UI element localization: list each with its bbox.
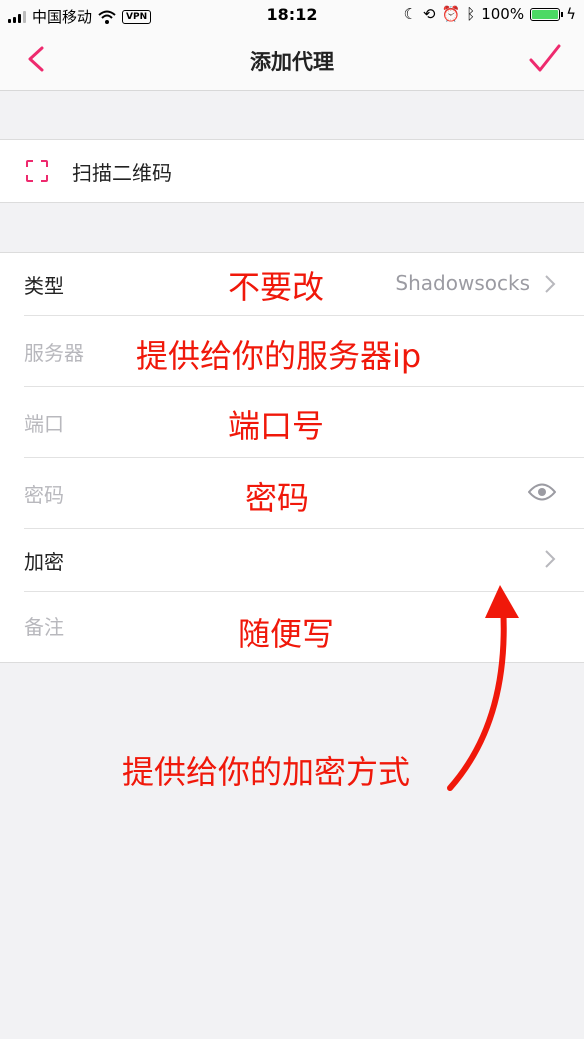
annotation-port: 端口号 <box>228 407 325 445</box>
annotation-note: 随便写 <box>238 615 335 653</box>
status-bar: 中国移动 VPN 18:12 ☾ ⟲ ⏰ ᛒ 100% ϟ <box>0 0 584 30</box>
encryption-row[interactable]: 加密 <box>0 528 584 591</box>
type-label: 类型 <box>24 274 64 298</box>
eye-icon[interactable] <box>528 483 556 501</box>
scan-group: 扫描二维码 <box>0 139 584 203</box>
bluetooth-icon: ᛒ <box>466 5 476 23</box>
proxy-form: 类型 Shadowsocks 服务器 端口 密码 加密 备注 <box>0 252 584 663</box>
navigation-bar: 添加代理 <box>0 30 584 91</box>
note-field[interactable]: 备注 <box>24 611 64 640</box>
battery-icon <box>530 7 564 21</box>
battery-percent: 100% <box>481 5 525 23</box>
annotation-password: 密码 <box>245 479 310 517</box>
checkmark-icon[interactable] <box>528 42 562 76</box>
page-title: 添加代理 <box>250 50 334 74</box>
moon-icon: ☾ <box>403 5 417 23</box>
chevron-right-icon <box>545 275 556 293</box>
type-value: Shadowsocks <box>395 271 530 295</box>
qr-scan-icon <box>26 160 48 182</box>
rotation-lock-icon: ⟲ <box>422 5 436 23</box>
scan-qr-label: 扫描二维码 <box>72 161 172 185</box>
chevron-right-icon <box>545 550 556 568</box>
charging-icon: ϟ <box>566 5 576 23</box>
encryption-label: 加密 <box>24 550 64 574</box>
status-right: ☾ ⟲ ⏰ ᛒ 100% ϟ <box>403 5 576 23</box>
alarm-icon: ⏰ <box>441 5 461 23</box>
server-field[interactable]: 服务器 <box>24 337 84 366</box>
annotation-server: 提供给你的服务器ip <box>136 337 422 375</box>
port-field[interactable]: 端口 <box>24 408 64 437</box>
scan-qr-row[interactable]: 扫描二维码 <box>0 140 584 202</box>
annotation-encryption: 提供给你的加密方式 <box>122 753 411 791</box>
password-field[interactable]: 密码 <box>24 479 64 508</box>
annotation-type: 不要改 <box>228 268 325 306</box>
